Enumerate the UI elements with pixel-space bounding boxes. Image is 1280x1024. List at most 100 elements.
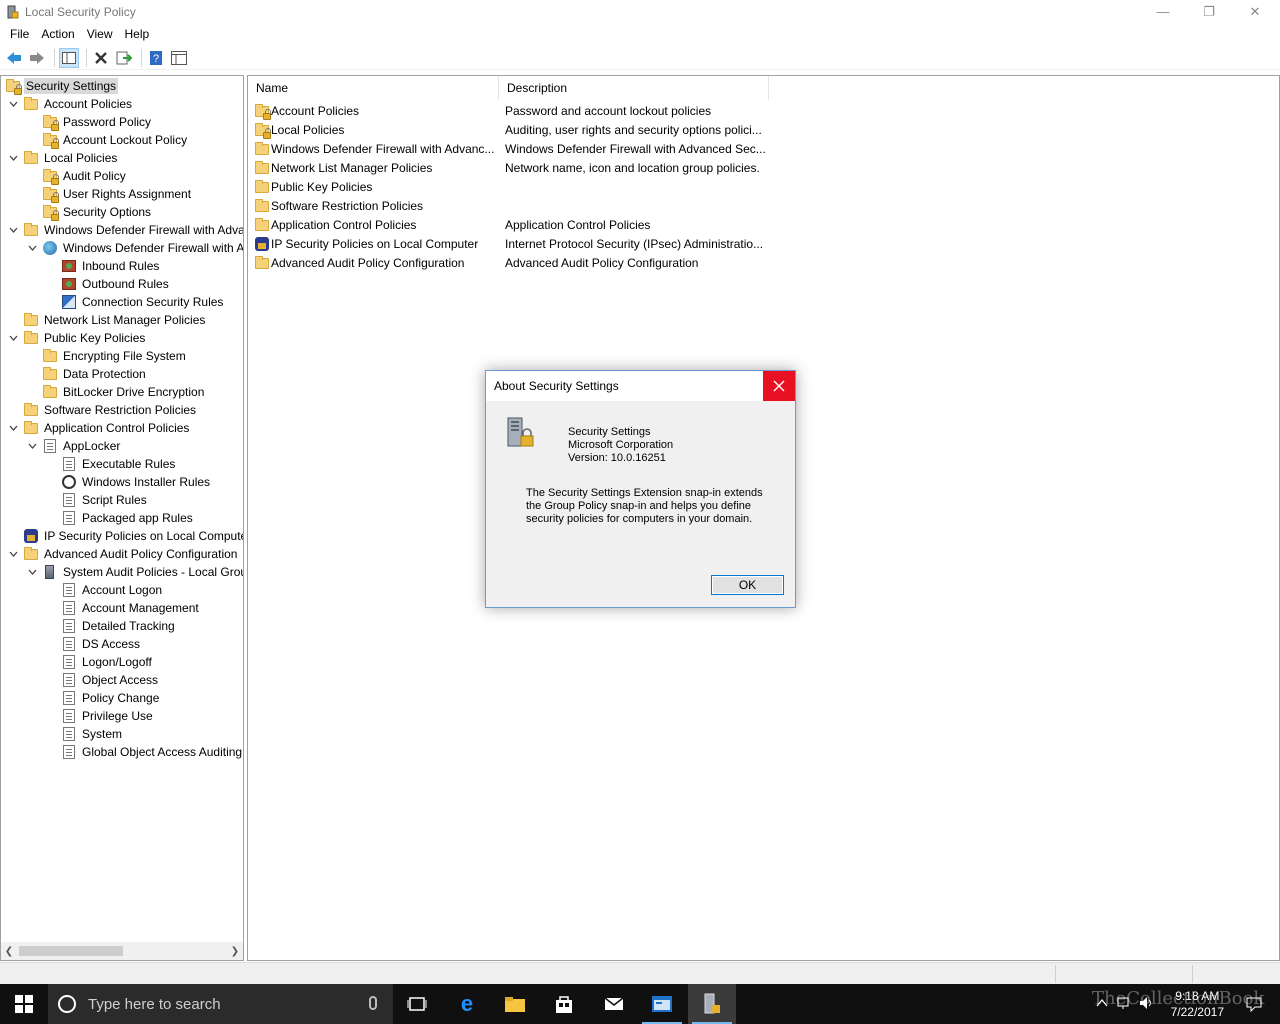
scroll-right-icon[interactable]: ❯ (227, 946, 243, 957)
expanded-chevron-icon[interactable] (7, 422, 19, 434)
expanded-chevron-icon[interactable] (7, 152, 19, 164)
expanded-chevron-icon[interactable] (26, 566, 38, 578)
tree-item-local-policies[interactable]: Local Policies (7, 149, 119, 167)
expanded-chevron-icon[interactable] (7, 548, 19, 560)
list-item[interactable]: Local Policies Auditing, user rights and … (248, 120, 1028, 139)
expanded-chevron-icon[interactable] (7, 98, 19, 110)
tree-item-label: User Rights Assignment (63, 187, 192, 201)
delete-icon[interactable] (91, 48, 111, 68)
local-security-policy-button[interactable] (688, 984, 736, 1024)
task-view-button[interactable] (393, 984, 441, 1024)
show-hide-tree-icon[interactable] (59, 47, 79, 68)
edge-button[interactable]: e (443, 984, 491, 1024)
minimize-button[interactable]: — (1140, 0, 1186, 23)
ok-button[interactable]: OK (711, 575, 784, 595)
tree-item-password-policy[interactable]: Password Policy (26, 113, 153, 131)
tree-item-privilege-use[interactable]: Privilege Use (45, 707, 155, 725)
tree-item-outbound-rules[interactable]: Outbound Rules (45, 275, 171, 293)
export-list-icon[interactable] (114, 48, 134, 68)
menu-help[interactable]: Help (119, 27, 156, 41)
tree-item-security-options[interactable]: Security Options (26, 203, 153, 221)
tree-item-packaged-app-rules[interactable]: Packaged app Rules (45, 509, 195, 527)
menu-file[interactable]: File (4, 27, 35, 41)
mail-button[interactable] (590, 984, 638, 1024)
tree-item-applocker[interactable]: AppLocker (26, 437, 122, 455)
list-item-name: Software Restriction Policies (271, 198, 424, 213)
tree-item-account-lockout-policy[interactable]: Account Lockout Policy (26, 131, 189, 149)
tree-item-windows-installer-rules[interactable]: Windows Installer Rules (45, 473, 212, 491)
tree-item-logon-logoff[interactable]: Logon/Logoff (45, 653, 154, 671)
back-icon[interactable] (4, 48, 24, 68)
list-item[interactable]: Advanced Audit Policy Configuration Advan… (248, 253, 1028, 272)
column-header-name[interactable]: Name (248, 76, 499, 100)
tree-item-ip-security-policies-on-local-compute[interactable]: IP Security Policies on Local Compute (7, 527, 243, 545)
list-item[interactable]: Account Policies Password and account loc… (248, 101, 1028, 120)
tree-item-windows-defender-firewall-with-adva[interactable]: Windows Defender Firewall with Adva (7, 221, 243, 239)
menu-view[interactable]: View (81, 27, 119, 41)
tree-item-data-protection[interactable]: Data Protection (26, 365, 148, 383)
tree-item-connection-security-rules[interactable]: Connection Security Rules (45, 293, 225, 311)
doc-icon (61, 618, 77, 634)
dialog-close-button[interactable] (763, 371, 795, 401)
scroll-left-icon[interactable]: ❮ (1, 946, 17, 957)
tree-item-windows-defender-firewall-with-a[interactable]: Windows Defender Firewall with A (26, 239, 243, 257)
tree-item-object-access[interactable]: Object Access (45, 671, 160, 689)
expanded-chevron-icon[interactable] (7, 332, 19, 344)
start-button[interactable] (0, 984, 48, 1024)
mmc-button[interactable] (638, 984, 686, 1024)
tree-item-system-audit-policies-local-grou[interactable]: System Audit Policies - Local Grou (26, 563, 243, 581)
console-tree[interactable]: Security Settings Account Policies Passwor… (0, 75, 244, 961)
expanded-chevron-icon[interactable] (26, 440, 38, 452)
list-item[interactable]: Public Key Policies (248, 177, 1028, 196)
tree-item-application-control-policies[interactable]: Application Control Policies (7, 419, 191, 437)
column-header-description[interactable]: Description (499, 76, 769, 100)
tree-item-script-rules[interactable]: Script Rules (45, 491, 149, 509)
toolbar: ? (0, 46, 1280, 70)
scrollbar-thumb[interactable] (19, 946, 123, 956)
tree-item-account-policies[interactable]: Account Policies (7, 95, 134, 113)
product-name: Security Settings (568, 426, 651, 438)
list-item[interactable]: Network List Manager Policies Network nam… (248, 158, 1028, 177)
microphone-icon[interactable] (369, 996, 377, 1010)
tree-item-audit-policy[interactable]: Audit Policy (26, 167, 128, 185)
close-window-button[interactable]: ✕ (1232, 0, 1278, 23)
tree-item-account-logon[interactable]: Account Logon (45, 581, 164, 599)
list-item[interactable]: Software Restriction Policies (248, 196, 1028, 215)
list-item[interactable]: IP Security Policies on Local Computer In… (248, 234, 1028, 253)
properties-icon[interactable] (169, 48, 189, 68)
tree-item-security-settings[interactable]: Security Settings (5, 77, 119, 95)
tree-item-user-rights-assignment[interactable]: User Rights Assignment (26, 185, 193, 203)
tree-item-ds-access[interactable]: DS Access (45, 635, 142, 653)
tree-item-policy-change[interactable]: Policy Change (45, 689, 161, 707)
tree-item-inbound-rules[interactable]: Inbound Rules (45, 257, 161, 275)
tree-item-public-key-policies[interactable]: Public Key Policies (7, 329, 147, 347)
list-item[interactable]: Application Control Policies Application … (248, 215, 1028, 234)
tree-horizontal-scrollbar[interactable]: ❮ ❯ (1, 942, 243, 960)
expanded-chevron-icon[interactable] (26, 242, 38, 254)
tree-item-network-list-manager-policies[interactable]: Network List Manager Policies (7, 311, 207, 329)
tree-item-bitlocker-drive-encryption[interactable]: BitLocker Drive Encryption (26, 383, 206, 401)
product-info: Security Settings Microsoft Corporation … (568, 426, 673, 465)
tree-item-account-management[interactable]: Account Management (45, 599, 201, 617)
file-explorer-button[interactable] (491, 984, 539, 1024)
tree-item-advanced-audit-policy-configuration[interactable]: Advanced Audit Policy Configuration (7, 545, 239, 563)
forward-icon[interactable] (27, 48, 47, 68)
tree-item-global-object-access-auditing[interactable]: Global Object Access Auditing (45, 743, 243, 761)
tree-item-detailed-tracking[interactable]: Detailed Tracking (45, 617, 177, 635)
tree-item-software-restriction-policies[interactable]: Software Restriction Policies (7, 401, 198, 419)
restore-button[interactable]: ❐ (1186, 0, 1232, 23)
store-bag-icon (556, 996, 572, 1013)
tree-item-executable-rules[interactable]: Executable Rules (45, 455, 177, 473)
menu-action[interactable]: Action (35, 27, 80, 41)
list-item[interactable]: Windows Defender Firewall with Advanc...… (248, 139, 1028, 158)
tree-item-encrypting-file-system[interactable]: Encrypting File System (26, 347, 188, 365)
taskbar-search-box[interactable]: Type here to search (48, 984, 393, 1024)
store-button[interactable] (540, 984, 588, 1024)
help-icon[interactable]: ? (146, 48, 166, 68)
expanded-chevron-icon[interactable] (7, 224, 19, 236)
tree-item-label: Security Options (63, 205, 152, 219)
tree-item-system[interactable]: System (45, 725, 124, 743)
list-item-name: Public Key Policies (271, 179, 373, 194)
tree-item-label: Local Policies (44, 151, 118, 165)
